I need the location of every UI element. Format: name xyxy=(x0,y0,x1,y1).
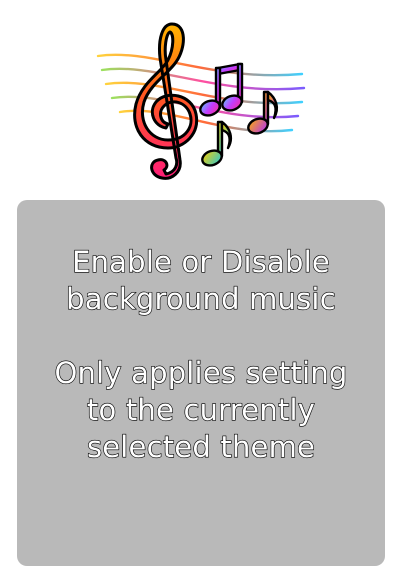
staff-lines xyxy=(96,53,306,133)
beamed-notes xyxy=(199,62,244,117)
info-line-2: background music xyxy=(66,281,337,316)
treble-clef xyxy=(133,22,199,180)
info-title: Enable or Disable background music xyxy=(17,244,385,318)
info-note: Only applies setting to the currently se… xyxy=(17,355,385,466)
music-notes-icon xyxy=(96,22,306,180)
eighth-note-right xyxy=(247,90,279,135)
eighth-note-bottom xyxy=(201,120,233,167)
info-line-3: Only applies setting xyxy=(54,355,348,390)
info-line-5: selected theme xyxy=(86,429,316,464)
info-line-4: to the currently xyxy=(86,392,316,427)
info-panel: Enable or Disable background music Only … xyxy=(17,200,385,566)
info-line-1: Enable or Disable xyxy=(71,244,330,279)
